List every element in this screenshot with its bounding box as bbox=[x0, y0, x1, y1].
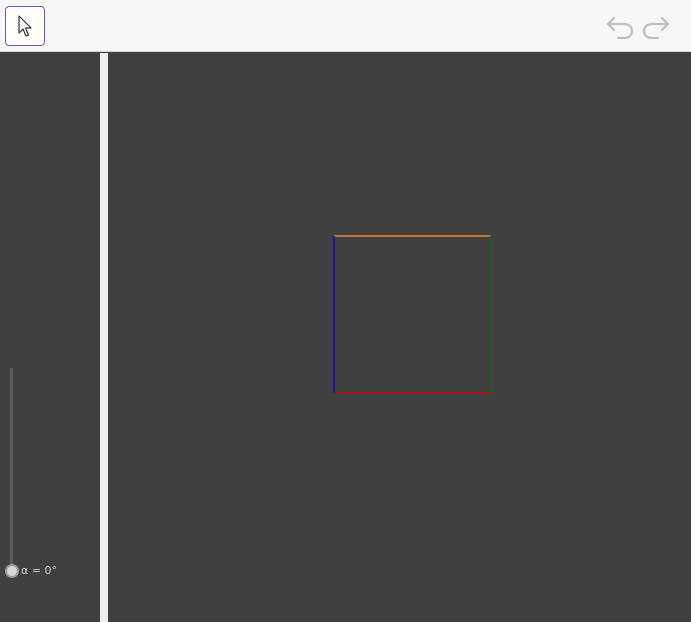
redo-icon bbox=[642, 16, 670, 39]
panel-divider[interactable] bbox=[100, 53, 108, 622]
arrow-cursor-icon bbox=[18, 15, 32, 37]
alpha-slider-knob[interactable] bbox=[5, 564, 19, 578]
undo-icon bbox=[606, 16, 634, 39]
algebra-panel bbox=[0, 53, 100, 622]
redo-button[interactable] bbox=[641, 11, 671, 41]
alpha-slider-track[interactable] bbox=[10, 368, 13, 572]
alpha-slider-label: α = 0° bbox=[21, 564, 57, 577]
undo-button[interactable] bbox=[605, 11, 635, 41]
move-tool-button[interactable] bbox=[5, 6, 45, 46]
graphics-view[interactable] bbox=[108, 53, 691, 622]
toolbar bbox=[0, 0, 691, 52]
